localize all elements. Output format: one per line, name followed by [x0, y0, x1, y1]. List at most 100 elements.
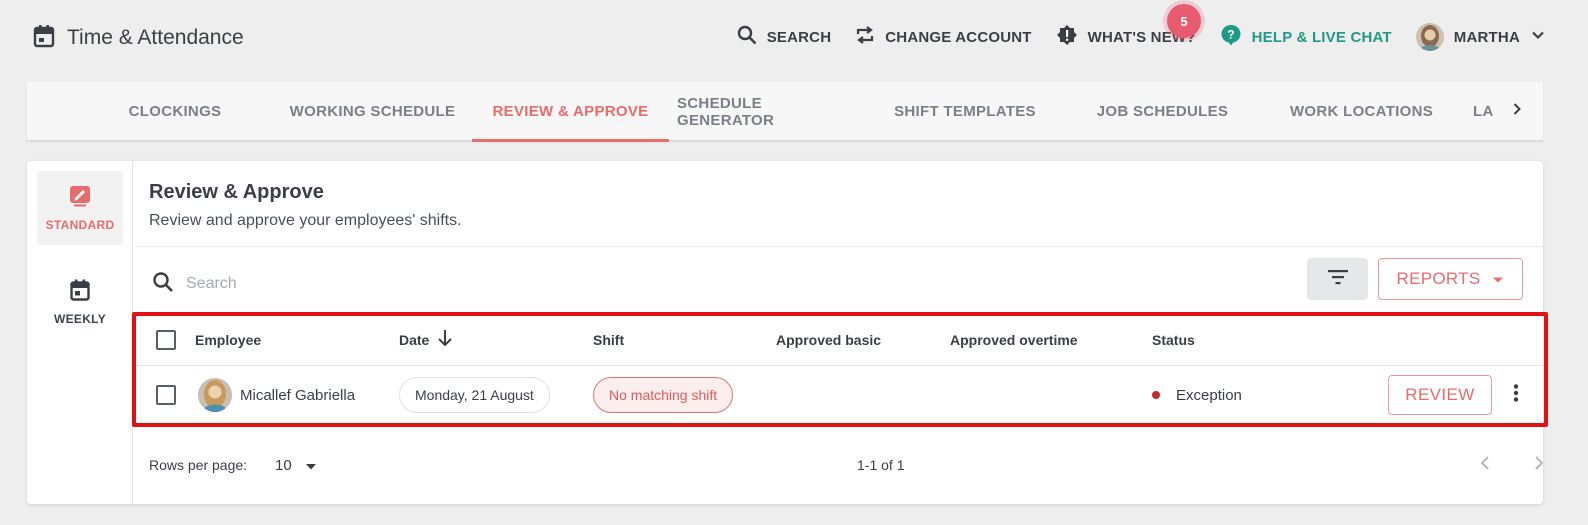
sidenav-standard-label: STANDARD	[45, 217, 115, 232]
tab-label: JOB SCHEDULES	[1096, 103, 1229, 120]
help-live-chat-button[interactable]: ? HELP & LIVE CHAT	[1220, 24, 1392, 50]
chevron-left-icon	[1479, 455, 1491, 476]
user-name: MARTHA	[1453, 28, 1520, 46]
search-icon	[152, 271, 174, 298]
tab-label: CLOCKINGS	[128, 103, 222, 120]
reports-label: REPORTS	[1396, 269, 1481, 288]
search-button[interactable]: SEARCH	[737, 25, 832, 49]
filter-icon	[1327, 269, 1349, 290]
page-range: 1-1 of 1	[857, 457, 905, 473]
rows-per-page-value: 10	[275, 456, 292, 474]
change-account-button[interactable]: CHANGE ACCOUNT	[855, 25, 1031, 49]
previous-page-button[interactable]	[1469, 449, 1501, 481]
tab-label: SHIFT TEMPLATES	[894, 103, 1036, 120]
calendar-icon	[70, 279, 90, 304]
tabs-scroll-right-button[interactable]	[1505, 99, 1529, 123]
tab-label: WORKING SCHEDULE	[289, 103, 456, 120]
chevron-right-icon	[1510, 102, 1524, 121]
caret-down-icon	[305, 457, 316, 474]
whats-new-badge: 5	[1167, 4, 1201, 38]
reports-dropdown-button[interactable]: REPORTS	[1378, 258, 1523, 300]
user-menu[interactable]: MARTHA	[1415, 23, 1546, 51]
swap-icon	[855, 25, 875, 49]
column-shift[interactable]: Shift	[593, 313, 624, 366]
chevron-down-icon	[1530, 27, 1546, 47]
action-cell: REVIEW	[1388, 367, 1492, 423]
top-bar: Time & Attendance SEARCH CHANGE ACCOUNT …	[0, 0, 1588, 80]
search-button-label: SEARCH	[766, 28, 832, 46]
tab-label: WORK LOCATIONS	[1289, 103, 1434, 120]
arrow-down-icon	[437, 329, 453, 350]
select-all-checkbox[interactable]	[156, 329, 176, 350]
app-title: Time & Attendance	[33, 22, 244, 54]
help-label: HELP & LIVE CHAT	[1251, 28, 1392, 46]
search-input[interactable]	[186, 275, 786, 293]
more-vertical-icon	[1513, 384, 1519, 406]
svg-text:?: ?	[1227, 28, 1235, 42]
column-approved-overtime[interactable]: Approved overtime	[950, 313, 1078, 366]
tab-label: LA	[1473, 103, 1494, 120]
tab-review-approve[interactable]: REVIEW & APPROVE	[472, 82, 669, 142]
employee-avatar	[198, 378, 232, 412]
shift-cell: No matching shift	[593, 367, 734, 423]
sidenav-weekly-label: WEEKLY	[53, 311, 107, 326]
column-approved-basic-label: Approved basic	[776, 331, 882, 348]
tab-working-schedule[interactable]: WORKING SCHEDULE	[285, 82, 460, 141]
column-date-label: Date	[399, 331, 430, 348]
table-row: Micallef Gabriella Monday, 21 August No …	[134, 367, 1543, 423]
sidenav-item-weekly[interactable]: WEEKLY	[37, 265, 123, 339]
column-employee[interactable]: Employee	[195, 313, 261, 366]
view-sidenav: STANDARD WEEKLY	[27, 161, 133, 504]
tab-schedule-generator[interactable]: SCHEDULE GENERATOR	[677, 82, 857, 141]
rows-per-page-select[interactable]: 10	[275, 449, 316, 481]
header-divider	[134, 246, 1543, 247]
more-options-button[interactable]	[1506, 379, 1526, 411]
row-select-cell	[156, 367, 176, 423]
tab-work-locations[interactable]: WORK LOCATIONS	[1284, 82, 1439, 141]
date-chip: Monday, 21 August	[399, 377, 550, 413]
table-header: Employee Date Shift Approved basic Appro…	[134, 313, 1543, 366]
caret-down-icon	[1492, 269, 1504, 289]
page-title: Review & Approve	[149, 181, 324, 203]
sidenav-item-standard[interactable]: STANDARD	[37, 171, 123, 245]
user-avatar	[1415, 23, 1444, 51]
rows-per-page-label: Rows per page:	[149, 457, 248, 473]
more-cell	[1506, 367, 1526, 423]
status-cell: Exception	[1152, 367, 1242, 423]
tab-job-schedules[interactable]: JOB SCHEDULES	[1091, 82, 1234, 141]
tab-la[interactable]: LA	[1473, 82, 1503, 141]
shift-status-chip: No matching shift	[593, 377, 734, 413]
page-subtitle: Review and approve your employees' shift…	[149, 212, 462, 229]
employee-cell: Micallef Gabriella	[198, 367, 355, 423]
chevron-right-icon	[1533, 455, 1545, 476]
search-icon	[737, 25, 757, 49]
column-status-label: Status	[1152, 331, 1195, 348]
column-approved-basic[interactable]: Approved basic	[776, 313, 881, 366]
row-checkbox[interactable]	[156, 385, 176, 405]
tab-clockings[interactable]: CLOCKINGS	[105, 82, 245, 141]
column-employee-label: Employee	[195, 331, 262, 348]
edit-note-icon	[69, 185, 91, 210]
app-title-text: Time & Attendance	[67, 26, 244, 49]
employee-name: Micallef Gabriella	[240, 386, 356, 404]
top-actions: SEARCH CHANGE ACCOUNT WHAT'S NEW? ? HELP…	[713, 20, 1546, 54]
calendar-icon	[33, 24, 55, 53]
review-approve-card: STANDARD WEEKLY Review & Approve Review …	[27, 161, 1544, 504]
search-bar	[152, 266, 852, 302]
review-button[interactable]: REVIEW	[1388, 375, 1492, 415]
change-account-label: CHANGE ACCOUNT	[885, 28, 1032, 46]
column-approved-overtime-label: Approved overtime	[950, 331, 1078, 348]
column-status[interactable]: Status	[1152, 313, 1195, 366]
help-icon: ?	[1220, 24, 1242, 50]
filter-button[interactable]	[1307, 258, 1368, 300]
column-shift-label: Shift	[593, 331, 625, 348]
tab-shift-templates[interactable]: SHIFT TEMPLATES	[889, 82, 1041, 141]
status-text: Exception	[1176, 386, 1242, 404]
new-release-icon	[1056, 24, 1078, 50]
tab-label: SCHEDULE GENERATOR	[677, 94, 775, 129]
tab-bar: CLOCKINGS WORKING SCHEDULE REVIEW & APPR…	[27, 82, 1543, 142]
table-pagination: Rows per page: 10 1-1 of 1	[134, 445, 1544, 485]
date-cell: Monday, 21 August	[399, 367, 550, 423]
column-date[interactable]: Date	[399, 313, 453, 366]
next-page-button[interactable]	[1523, 449, 1555, 481]
